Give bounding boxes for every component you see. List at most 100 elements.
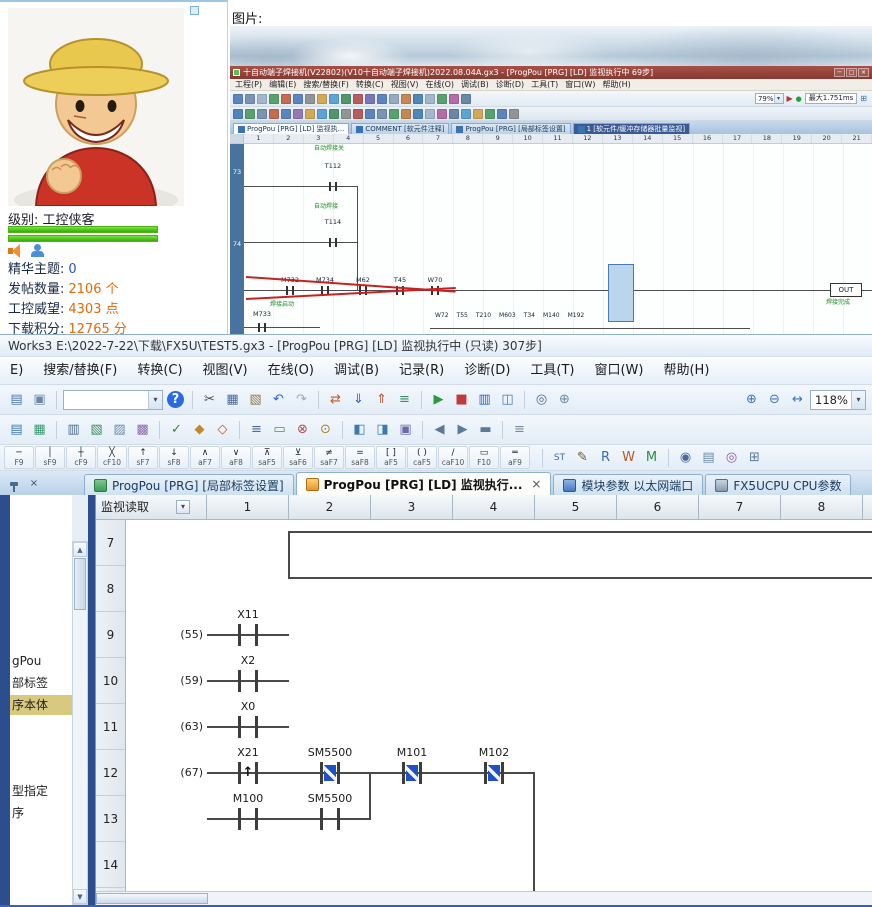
tab-progpou-ld-monitor[interactable]: ProgPou [PRG] [LD] 监视执行... × bbox=[296, 472, 552, 495]
rebuild-icon[interactable]: ◇ bbox=[212, 419, 233, 440]
menu-item-6[interactable]: 记录(R) bbox=[389, 357, 454, 384]
ladder-symbol-F10[interactable]: ▭F10 bbox=[469, 446, 499, 469]
ladder-contact-m102[interactable]: M102 bbox=[464, 762, 524, 784]
ladder-symbol-saF6[interactable]: ⊻saF6 bbox=[283, 446, 313, 469]
ladder-h-scrollbar[interactable] bbox=[96, 891, 872, 905]
ladder-contact-x21[interactable]: X21 ↑ bbox=[218, 762, 278, 784]
ladder-symbol-aF7[interactable]: ∧aF7 bbox=[190, 446, 220, 469]
undo-icon[interactable]: ↶ bbox=[268, 389, 289, 410]
watch1-icon[interactable]: ◧ bbox=[349, 419, 370, 440]
menu-item-2[interactable]: 转换(C) bbox=[127, 357, 192, 384]
project-icon[interactable]: ▤ bbox=[6, 389, 27, 410]
tab-progpou-local-label[interactable]: ProgPou [PRG] [局部标签设置] bbox=[84, 474, 294, 495]
zoom-out-icon[interactable]: ⊖ bbox=[764, 389, 785, 410]
tab-cpu-parameter[interactable]: FX5UCPU CPU参数 bbox=[705, 474, 851, 495]
window-cascade-icon[interactable]: ▣ bbox=[29, 389, 50, 410]
close-panel-icon[interactable]: × bbox=[25, 475, 43, 492]
zoom-in-icon[interactable]: ⊕ bbox=[741, 389, 762, 410]
ladder-contact-sm5500[interactable]: SM5500 bbox=[300, 762, 360, 784]
menu-item-3[interactable]: 视图(V) bbox=[193, 357, 258, 384]
online-read-icon[interactable]: ⇑ bbox=[371, 389, 392, 410]
scrollbar-thumb[interactable] bbox=[96, 893, 208, 904]
build-icon[interactable]: ◆ bbox=[189, 419, 210, 440]
ladder-symbol-sF9[interactable]: │sF9 bbox=[35, 446, 65, 469]
watch2-icon[interactable]: ◨ bbox=[372, 419, 393, 440]
online-write-icon[interactable]: ⇓ bbox=[348, 389, 369, 410]
scroll-down-icon[interactable]: ▼ bbox=[73, 889, 87, 904]
ladder-symbol-saF8[interactable]: =saF8 bbox=[345, 446, 375, 469]
cut-icon[interactable]: ✂ bbox=[199, 389, 220, 410]
watch-window-icon[interactable]: ◫ bbox=[497, 389, 518, 410]
menu-item-8[interactable]: 工具(T) bbox=[520, 357, 584, 384]
menu-item-4[interactable]: 在线(O) bbox=[258, 357, 324, 384]
menu-item-7[interactable]: 诊断(D) bbox=[454, 357, 520, 384]
cross-reference-icon[interactable]: ⊕ bbox=[554, 389, 575, 410]
ladder-contact-m100[interactable]: M100 bbox=[218, 808, 278, 830]
message-speaker-icon[interactable] bbox=[8, 244, 24, 258]
ladder-contact-x11[interactable]: X11 bbox=[218, 624, 278, 646]
parameter-icon[interactable]: ▤ bbox=[6, 419, 27, 440]
menu-item-10[interactable]: 帮助(H) bbox=[653, 357, 719, 384]
comment-toggle-icon[interactable]: ▤ bbox=[698, 447, 719, 468]
nav-item-program[interactable]: 序 bbox=[10, 803, 72, 823]
module-config-icon[interactable]: ▦ bbox=[29, 419, 50, 440]
ladder-symbol-cF9[interactable]: ┼cF9 bbox=[66, 446, 96, 469]
label-editor-icon[interactable]: ▧ bbox=[86, 419, 107, 440]
ladder-editor-icon[interactable]: ▥ bbox=[63, 419, 84, 440]
edit-mode-icon[interactable]: ✎ bbox=[572, 447, 593, 468]
nav-item-type-spec[interactable]: 型指定 bbox=[10, 781, 72, 801]
ladder-symbol-sF7[interactable]: ↑sF7 bbox=[128, 446, 158, 469]
redo-icon[interactable]: ↷ bbox=[291, 389, 312, 410]
ladder-editor[interactable]: 监视读取 ▾ 12345678 7891011121314 (55) X11 bbox=[95, 495, 872, 905]
nav-item-progpou[interactable]: gPou bbox=[10, 651, 72, 671]
find-replace-icon[interactable]: ◎ bbox=[531, 389, 552, 410]
menu-item-0[interactable]: E) bbox=[0, 357, 33, 384]
ladder-symbol-aF5[interactable]: [ ]aF5 bbox=[376, 446, 406, 469]
ladder-contact-m101[interactable]: M101 bbox=[382, 762, 442, 784]
intelligent-function-icon[interactable]: ▣ bbox=[395, 419, 416, 440]
avatar[interactable] bbox=[8, 8, 184, 206]
dropdown-arrow-icon[interactable]: ▾ bbox=[148, 391, 162, 409]
convert-icon[interactable]: ⇄ bbox=[325, 389, 346, 410]
ladder-symbol-aF9[interactable]: ═aF9 bbox=[500, 446, 530, 469]
device-test-icon[interactable]: ⊗ bbox=[292, 419, 313, 440]
copy-icon[interactable]: ▦ bbox=[222, 389, 243, 410]
ladder-symbol-saF7[interactable]: ≠saF7 bbox=[314, 446, 344, 469]
ladder-symbol-F9[interactable]: ─F9 bbox=[4, 446, 34, 469]
element-selection-icon[interactable]: ▶ bbox=[452, 419, 473, 440]
panel-splitter[interactable] bbox=[88, 495, 95, 905]
ladder-canvas[interactable]: (55) X11 (59) X2 (63) X0 bbox=[96, 520, 872, 891]
option-icon[interactable]: ⊞ bbox=[744, 447, 765, 468]
output-window-icon[interactable]: ▬ bbox=[475, 419, 496, 440]
menu-item-1[interactable]: 搜索/替换(F) bbox=[33, 357, 127, 384]
note-icon[interactable]: ▭ bbox=[269, 419, 290, 440]
ladder-symbol-aF8[interactable]: ∨aF8 bbox=[221, 446, 251, 469]
tab-close-icon[interactable]: × bbox=[531, 477, 541, 491]
tab-module-param-ethernet[interactable]: 模块参数 以太网端口 bbox=[553, 474, 703, 495]
ladder-symbol-sF8[interactable]: ↓sF8 bbox=[159, 446, 189, 469]
program-check-icon[interactable]: ✓ bbox=[166, 419, 187, 440]
device-display-icon[interactable]: ◉ bbox=[675, 447, 696, 468]
embedded-screenshot-image[interactable]: 十自动端子焊接机(V22802)(V10十自动端子焊接机)2022.08.04A… bbox=[230, 26, 872, 334]
inline-st-icon[interactable]: ST bbox=[549, 447, 570, 468]
write-mode-icon[interactable]: W bbox=[618, 447, 639, 468]
ladder-contact-sm5500b[interactable]: SM5500 bbox=[300, 808, 360, 830]
nav-item-local-label[interactable]: 部标签 bbox=[10, 673, 72, 693]
fit-width-icon[interactable]: ↔ bbox=[787, 389, 808, 410]
zoom-combo[interactable]: 118%▾ bbox=[810, 390, 866, 410]
read-mode-icon[interactable]: R bbox=[595, 447, 616, 468]
nav-item-program-body[interactable]: 序本体 bbox=[10, 695, 72, 715]
device-memory-icon[interactable]: ▩ bbox=[132, 419, 153, 440]
ladder-symbol-caF10[interactable]: /caF10 bbox=[438, 446, 468, 469]
comment-display-icon[interactable]: ≡ bbox=[509, 419, 530, 440]
device-batch-monitor-icon[interactable]: ▥ bbox=[474, 389, 495, 410]
ladder-symbol-caF5[interactable]: ( )caF5 bbox=[407, 446, 437, 469]
monitor-mode-icon[interactable]: M bbox=[641, 447, 662, 468]
profile-user-icon[interactable] bbox=[30, 244, 46, 258]
menu-item-5[interactable]: 调试(B) bbox=[324, 357, 389, 384]
dropdown-arrow-icon[interactable]: ▾ bbox=[851, 391, 865, 409]
auto-hide-pin-icon[interactable] bbox=[5, 475, 23, 492]
watch-device-combo[interactable]: ▾ bbox=[63, 390, 163, 410]
monitor-start-icon[interactable]: ▶ bbox=[428, 389, 449, 410]
monitor-stop-icon[interactable]: ■ bbox=[451, 389, 472, 410]
